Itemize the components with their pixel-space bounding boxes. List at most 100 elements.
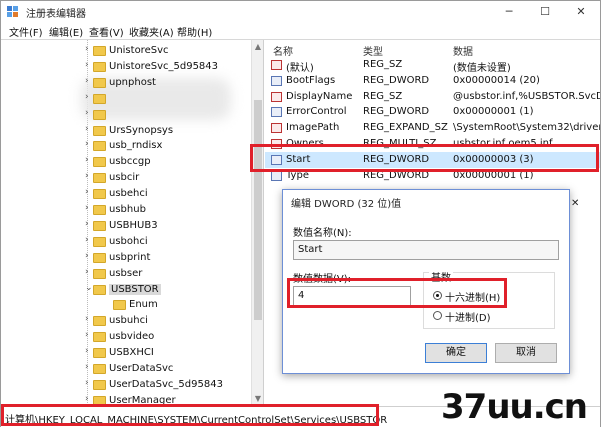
tree-item-label: USBHUB3	[109, 219, 158, 231]
tree-item-label: UnistoreSvc_5d95843	[109, 60, 219, 72]
chevron-right-icon[interactable]: ›	[85, 330, 89, 340]
start-row-highlight	[250, 144, 599, 172]
value-type: REG_SZ	[363, 59, 403, 70]
chevron-right-icon[interactable]: ›	[85, 378, 89, 388]
value-row[interactable]: (默认) REG_SZ (数值未设置)	[265, 57, 600, 74]
folder-icon	[93, 205, 106, 215]
tree-item[interactable]: › usbohci	[1, 234, 251, 251]
scrollbar-thumb[interactable]	[254, 100, 262, 320]
tree-item-label: usbohci	[109, 235, 148, 247]
tree-item[interactable]: › usbhub	[1, 202, 251, 219]
chevron-down-icon[interactable]: ⌄	[85, 283, 93, 293]
value-data: (数值未设置)	[453, 63, 511, 74]
maximize-button[interactable]: ☐	[527, 1, 563, 23]
close-button[interactable]: ✕	[563, 1, 599, 23]
chevron-right-icon[interactable]: ›	[85, 362, 89, 372]
menu-edit[interactable]: 编辑(E)	[49, 24, 83, 39]
folder-icon	[93, 379, 106, 390]
value-row[interactable]: ImagePath REG_EXPAND_SZ \SystemRoot\System…	[265, 120, 600, 136]
chevron-right-icon[interactable]: ›	[85, 203, 89, 213]
chevron-right-icon[interactable]: ›	[85, 60, 89, 70]
tree-item-label: upnphost	[109, 76, 156, 88]
chevron-right-icon[interactable]: ›	[85, 108, 89, 118]
folder-icon	[93, 316, 106, 327]
value-name: ErrorControl	[286, 106, 347, 118]
tree-item[interactable]: ⌄ USBSTOR	[1, 282, 251, 299]
binary-value-icon	[271, 170, 282, 181]
tree-item[interactable]: Enum	[1, 297, 251, 314]
chevron-right-icon[interactable]: ›	[85, 155, 89, 165]
decimal-radio-label[interactable]: 十进制(D)	[445, 309, 491, 324]
chevron-right-icon[interactable]: ›	[85, 346, 89, 356]
menu-help[interactable]: 帮助(H)	[177, 24, 212, 39]
tree-item[interactable]: › UnistoreSvc_5d95843	[1, 59, 251, 76]
chevron-right-icon[interactable]: ›	[85, 76, 89, 86]
value-row[interactable]: BootFlags REG_DWORD 0x00000014 (20)	[265, 73, 600, 89]
column-header-type[interactable]: 类型	[363, 43, 383, 58]
tree-item[interactable]: › usbcir	[1, 170, 251, 187]
value-data: @usbstor.inf,%USBSTOR.SvcDesc	[453, 90, 600, 102]
chevron-right-icon[interactable]: ›	[85, 267, 89, 277]
tree-item-label: usbehci	[109, 188, 148, 200]
minimize-button[interactable]: ─	[491, 1, 527, 23]
menu-favorites[interactable]: 收藏夹(A)	[129, 24, 174, 39]
tree-item[interactable]: › usbehci	[1, 186, 251, 203]
chevron-right-icon[interactable]: ›	[85, 219, 89, 229]
tree-item[interactable]: › upnphost	[1, 75, 251, 92]
tree-item[interactable]: ›	[1, 91, 251, 108]
scroll-down-icon[interactable]: ▼	[252, 394, 263, 403]
window-title: 注册表编辑器	[26, 9, 86, 20]
column-header-name[interactable]: 名称	[273, 43, 293, 58]
ok-button[interactable]: 确定	[425, 343, 487, 363]
tree-item[interactable]: › USBHUB3	[1, 218, 251, 235]
value-name: (默认)	[286, 63, 314, 74]
tree-item[interactable]: › usbccgp	[1, 154, 251, 171]
tree-item-label: usbccgp	[109, 156, 151, 168]
chevron-right-icon[interactable]: ›	[85, 394, 89, 404]
tree-item-label: USBSTOR	[109, 283, 161, 295]
chevron-right-icon[interactable]: ›	[85, 171, 89, 181]
tree-item[interactable]: ›	[1, 107, 251, 124]
chevron-right-icon[interactable]: ›	[85, 139, 89, 149]
folder-icon	[93, 157, 106, 168]
folder-icon	[93, 125, 106, 136]
tree-item[interactable]: › usbvideo	[1, 329, 251, 346]
chevron-right-icon[interactable]: ›	[85, 251, 89, 261]
folder-icon	[93, 236, 106, 247]
tree-item-label: UserDataSvc	[109, 363, 174, 374]
column-header-data[interactable]: 数据	[453, 43, 473, 58]
close-icon: ✕	[571, 198, 580, 209]
folder-icon	[93, 284, 106, 295]
folder-icon	[93, 141, 106, 152]
chevron-right-icon[interactable]: ›	[85, 124, 89, 134]
cancel-button[interactable]: 取消	[495, 343, 557, 363]
folder-icon	[93, 109, 106, 120]
tree-item[interactable]: › UrsSynopsys	[1, 123, 251, 140]
tree-item[interactable]: › usb_rndisx	[1, 138, 251, 155]
chevron-right-icon[interactable]: ›	[85, 235, 89, 245]
tree-item[interactable]: › UserDataSvc_5d95843	[1, 377, 251, 394]
menu-bar: 文件(F) 编辑(E) 查看(V) 收藏夹(A) 帮助(H)	[1, 23, 600, 39]
tree-item[interactable]: › UserDataSvc	[1, 361, 251, 378]
scroll-up-icon[interactable]: ▲	[252, 42, 263, 51]
tree-item[interactable]: › UnistoreSvc	[1, 43, 251, 60]
chevron-right-icon[interactable]: ›	[85, 44, 89, 54]
menu-view[interactable]: 查看(V)	[89, 24, 124, 39]
tree-scrollbar[interactable]: ▲ ▼	[251, 40, 263, 407]
decimal-radio[interactable]	[433, 311, 442, 320]
value-row[interactable]: DisplayName REG_SZ @usbstor.inf,%USBSTOR.S…	[265, 89, 600, 105]
tree-item[interactable]: › usbprint	[1, 250, 251, 267]
menu-file[interactable]: 文件(F)	[9, 24, 43, 39]
tree-item-label: usbprint	[109, 251, 151, 263]
tree-item[interactable]: › USBXHCI	[1, 345, 251, 362]
value-row[interactable]: ErrorControl REG_DWORD 0x00000001 (1)	[265, 104, 600, 120]
value-data: 0x00000014 (20)	[453, 74, 540, 86]
chevron-right-icon[interactable]: ›	[85, 314, 89, 324]
maximize-icon: ☐	[540, 5, 550, 18]
value-name-field[interactable]: Start	[293, 240, 559, 260]
tree-item[interactable]: › usbuhci	[1, 313, 251, 330]
chevron-right-icon[interactable]: ›	[85, 92, 89, 102]
tree-item[interactable]: › usbser	[1, 266, 251, 283]
chevron-right-icon[interactable]: ›	[85, 187, 89, 197]
tree-item-label: UserDataSvc_5d95843	[109, 378, 223, 390]
